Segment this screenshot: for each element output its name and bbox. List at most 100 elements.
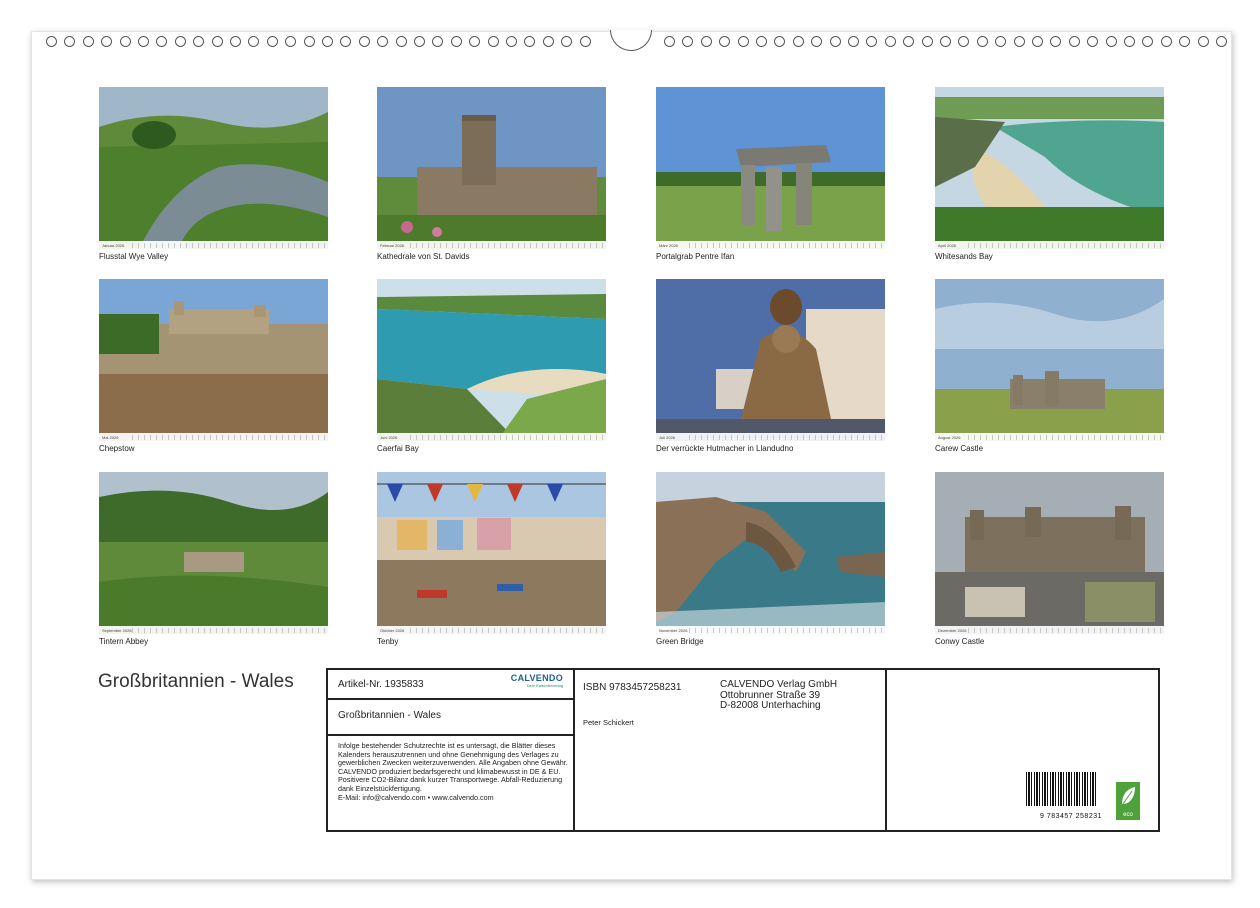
binding-ring [701, 36, 712, 47]
day-grid [410, 628, 603, 633]
binding-ring [230, 36, 241, 47]
binding-ring [506, 36, 517, 47]
binding-ring [138, 36, 149, 47]
month-day-strip: Mai 2026 [99, 433, 328, 441]
day-grid [132, 628, 325, 633]
binding-ring [811, 36, 822, 47]
barcode-number: 9 783457 258231 [1040, 813, 1102, 820]
binding-ring [377, 36, 388, 47]
binding-ring [1124, 36, 1135, 47]
calendar-page-tile: Mai 2026 Chepstow [99, 279, 328, 453]
binding-ring [1179, 36, 1190, 47]
binding-ring [958, 36, 969, 47]
day-grid [410, 435, 603, 440]
month-label: September 2026 [102, 628, 132, 633]
article-number: Artikel-Nr. 1935833 [338, 679, 424, 690]
day-grid [689, 243, 882, 248]
month-label: November 2026 [659, 628, 689, 633]
calendar-page-tile: August 2026Carew Castle [935, 279, 1164, 453]
calendar-photo: April 2026 [935, 87, 1164, 249]
calendar-page-tile: Januar 2026 Flusstal Wye Valley [99, 87, 328, 261]
binding-ring [922, 36, 933, 47]
calendar-page-tile: September 2026Tintern Abbey [99, 472, 328, 646]
binding-ring [848, 36, 859, 47]
binding-ring [46, 36, 57, 47]
binding-ring [488, 36, 499, 47]
photo-caption: Chepstow [99, 444, 328, 453]
binding-ring [561, 36, 572, 47]
month-label: Juli 2026 [659, 435, 689, 440]
binding-ring [866, 36, 877, 47]
info-panel: Artikel-Nr. 1935833 CALVENDO Dein Kalend… [326, 668, 1160, 832]
binding-ring [322, 36, 333, 47]
calendar-photo: Oktober 2026 [377, 472, 606, 634]
binding-ring [451, 36, 462, 47]
binding-ring [1216, 36, 1227, 47]
binding-ring [830, 36, 841, 47]
month-label: Dezember 2026 [938, 628, 968, 633]
binding-ring [83, 36, 94, 47]
legal-notice: Infolge bestehender Schutzrechte ist es … [338, 742, 568, 802]
month-day-strip: August 2026 [935, 433, 1164, 441]
day-grid [689, 628, 882, 633]
calendar-page-tile: April 2026Whitesands Bay [935, 87, 1164, 261]
publisher-address: CALVENDO Verlag GmbH Ottobrunner Straße … [720, 680, 837, 712]
isbn: ISBN 9783457258231 [583, 682, 681, 693]
calendar-photo: Juli 2026 [656, 279, 885, 441]
day-grid [410, 243, 603, 248]
calendar-photo: Mai 2026 [99, 279, 328, 441]
calvendo-logo: CALVENDO Dein Kalenderverlag [483, 673, 563, 688]
binding-ring [340, 36, 351, 47]
month-label: April 2026 [938, 243, 968, 248]
binding-ring [267, 36, 278, 47]
month-day-strip: September 2026 [99, 626, 328, 634]
binding-ring [304, 36, 315, 47]
binding-ring [738, 36, 749, 47]
photo-caption: Flusstal Wye Valley [99, 252, 328, 261]
photo-caption: Der verrückte Hutmacher in Llandudno [656, 444, 885, 453]
calendar-page-tile: März 2026 Portalgrab Pentre Ifan [656, 87, 885, 261]
binding-ring [156, 36, 167, 47]
calendar-photo: September 2026 [99, 472, 328, 634]
calendar-photo: Juni 2026 [377, 279, 606, 441]
binding-ring [64, 36, 75, 47]
binding-ring [1050, 36, 1061, 47]
month-label: Januar 2026 [102, 243, 132, 248]
day-grid [968, 243, 1161, 248]
calendar-page-tile: Dezember 2026 Conwy Castle [935, 472, 1164, 646]
binding-ring [212, 36, 223, 47]
binding-ring [524, 36, 535, 47]
month-label: August 2026 [938, 435, 968, 440]
calendar-page-tile: Juli 2026 Der verrückte Hutmacher in Llan… [656, 279, 885, 453]
photo-caption: Portalgrab Pentre Ifan [656, 252, 885, 261]
binding-ring [1161, 36, 1172, 47]
day-grid [132, 243, 325, 248]
binding-ring [903, 36, 914, 47]
author: Peter Schickert [583, 718, 634, 727]
binding-ring [101, 36, 112, 47]
binding-ring [359, 36, 370, 47]
binding-ring [682, 36, 693, 47]
month-day-strip: November 2026 [656, 626, 885, 634]
day-grid [968, 435, 1161, 440]
month-label: Oktober 2026 [380, 628, 410, 633]
day-grid [968, 628, 1161, 633]
calendar-photo: November 2026 [656, 472, 885, 634]
month-label: Juni 2026 [380, 435, 410, 440]
binding-ring [1198, 36, 1209, 47]
calendar-photo: Dezember 2026 [935, 472, 1164, 634]
binding-ring [396, 36, 407, 47]
photo-caption: Tenby [377, 637, 606, 646]
binding-ring [285, 36, 296, 47]
binding-ring [940, 36, 951, 47]
calendar-title: Großbritannien - Wales [98, 672, 294, 692]
binding-ring [580, 36, 591, 47]
binding-ring [193, 36, 204, 47]
calendar-photo: März 2026 [656, 87, 885, 249]
calendar-page-tile: Februar 2026Kathedrale von St. Davids [377, 87, 606, 261]
binding-ring [469, 36, 480, 47]
photo-caption: Conwy Castle [935, 637, 1164, 646]
month-day-strip: März 2026 [656, 241, 885, 249]
binding-ring [977, 36, 988, 47]
leaf-icon [1116, 782, 1140, 810]
